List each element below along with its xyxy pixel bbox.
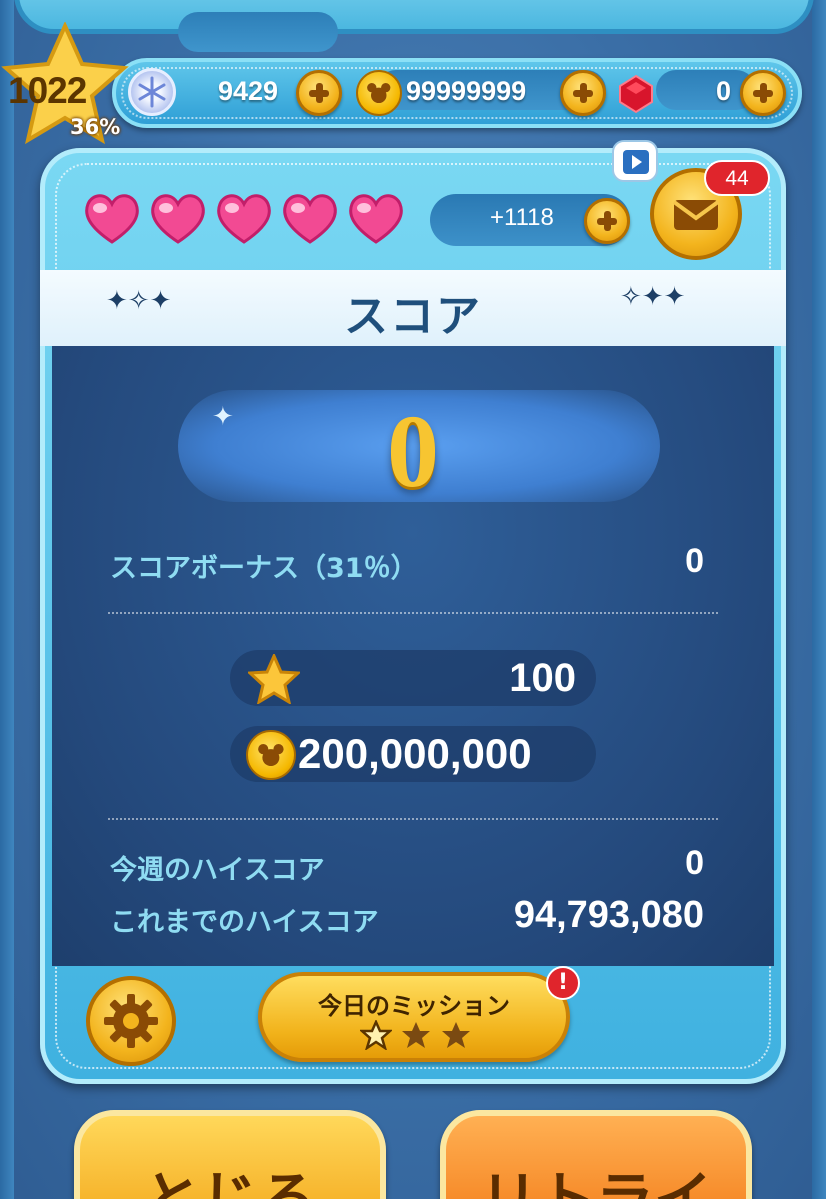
coin-icon <box>246 730 296 780</box>
add-coins-button[interactable] <box>560 70 606 116</box>
coin-count: 99999999 <box>406 76 527 106</box>
heart-icon <box>217 194 271 244</box>
retry-button[interactable]: リトライ <box>440 1110 752 1199</box>
level-progress: 36% <box>70 115 121 139</box>
star-filled-icon <box>402 1022 430 1048</box>
mail-count-badge: 44 <box>704 160 770 196</box>
mission-alert-badge: ! <box>546 966 580 1000</box>
retry-label: リトライ <box>479 1165 712 1199</box>
score-bonus-value: 0 <box>685 542 704 580</box>
gem-count: 9429 <box>218 76 279 106</box>
title-band: スコア ✦✧✦ ✧✦✦ <box>40 270 786 346</box>
add-gems-button[interactable] <box>296 70 342 116</box>
heart-icon <box>283 194 337 244</box>
score-bonus-label: スコアボーナス（31％） <box>110 553 418 584</box>
left-rail <box>0 0 14 1199</box>
add-hearts-button[interactable] <box>584 198 630 244</box>
video-bubble[interactable] <box>612 140 658 182</box>
player-level: 1022 <box>8 70 87 111</box>
close-button[interactable]: とじる <box>74 1110 386 1199</box>
snowflake-gem-icon <box>128 68 176 116</box>
heart-icon <box>349 194 403 244</box>
alltime-highscore-value: 94,793,080 <box>513 894 704 936</box>
coin-reward-value: 200,000,000 <box>298 730 532 777</box>
play-video-icon <box>623 150 649 174</box>
mail-count: 44 <box>725 167 749 190</box>
top-frame <box>14 0 814 34</box>
gear-icon <box>104 994 158 1048</box>
ruby-icon <box>619 74 653 114</box>
mission-label: 今日のミッション <box>318 992 510 1020</box>
hearts-row <box>82 190 406 246</box>
heart-timer: +1118 <box>490 204 554 231</box>
divider <box>108 818 718 820</box>
mission-alert: ! <box>557 970 569 995</box>
alltime-highscore-label: これまでのハイスコア <box>110 907 379 938</box>
right-rail <box>812 0 826 1199</box>
ruby-count: 0 <box>716 76 732 106</box>
heart-icon <box>85 194 139 244</box>
star-reward-value: 100 <box>509 656 576 700</box>
sparkle-icon: ✦✧✦ <box>106 286 172 316</box>
star-icon <box>248 654 300 704</box>
weekly-highscore-label: 今週のハイスコア <box>110 855 325 886</box>
star-outline-icon <box>360 1020 392 1050</box>
coin-icon <box>356 70 402 116</box>
sparkle-icon: ✧✦✦ <box>620 282 686 312</box>
score-value: 0 <box>387 394 439 509</box>
weekly-highscore-value: 0 <box>685 844 704 882</box>
heart-icon <box>151 194 205 244</box>
add-rubies-button[interactable] <box>740 70 786 116</box>
daily-mission-button[interactable]: 今日のミッション <box>258 972 570 1062</box>
settings-button[interactable] <box>86 976 176 1066</box>
mission-stars <box>360 1020 472 1050</box>
divider <box>108 612 718 614</box>
gem-pill <box>178 12 338 52</box>
close-label: とじる <box>142 1165 317 1199</box>
star-filled-icon <box>442 1022 470 1048</box>
